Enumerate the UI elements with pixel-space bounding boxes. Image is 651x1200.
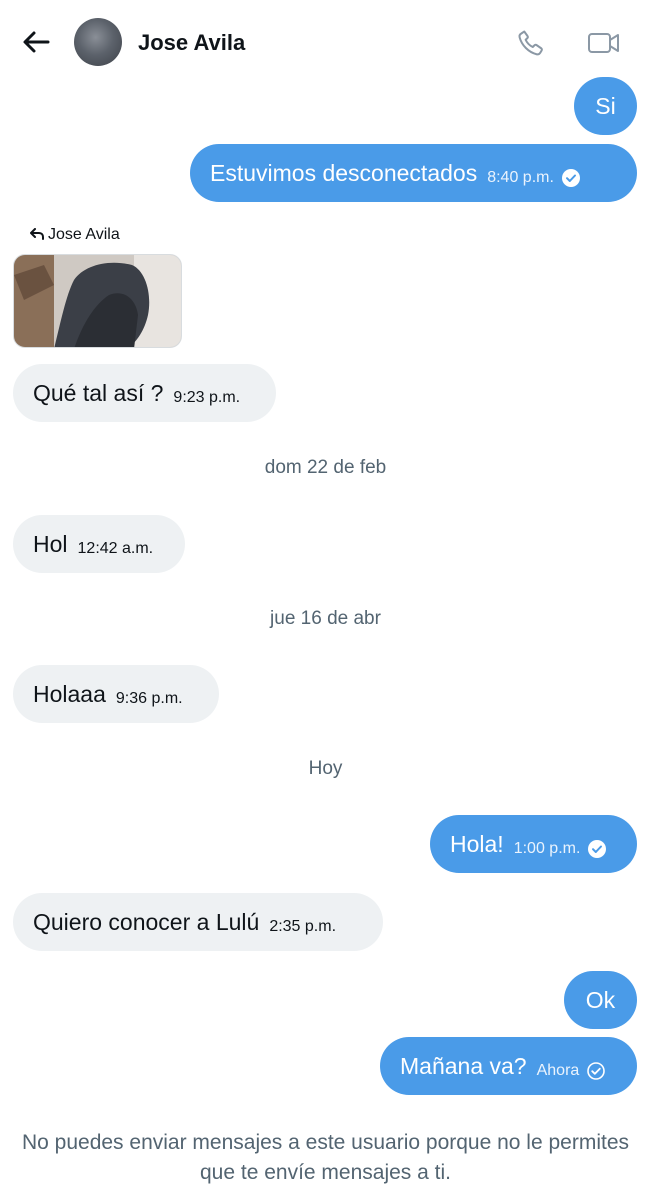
message-bubble-incoming[interactable]: Holaaa 9:36 p.m. [13, 665, 219, 723]
message-time: 2:35 p.m. [269, 918, 337, 935]
message-text: Mañana va? [400, 1052, 527, 1079]
avatar[interactable] [74, 18, 122, 66]
video-call-button[interactable] [586, 28, 622, 58]
read-check-icon [588, 840, 607, 858]
message-time: 8:40 p.m. [487, 169, 554, 186]
message-text: Hol [33, 530, 68, 557]
chat-header: Jose Avila [0, 0, 651, 84]
message-time: Ahora [536, 1062, 580, 1079]
phone-icon [518, 30, 543, 56]
date-separator: Hoy [308, 758, 343, 779]
reply-arrow-icon [30, 227, 44, 244]
message-bubble-incoming[interactable]: Hol 12:42 a.m. [13, 515, 185, 573]
message-bubble-outgoing[interactable]: Mañana va? Ahora [380, 1037, 637, 1095]
photo-thumbnail [14, 255, 181, 347]
blocked-messages-note: No puedes enviar mensajes a este usuario… [21, 1131, 630, 1184]
message-time: 9:36 p.m. [115, 690, 183, 707]
message-text: Qué tal así ? [33, 379, 164, 406]
call-button[interactable] [514, 26, 548, 60]
message-bubble-outgoing[interactable]: Ok [564, 971, 637, 1029]
message-time: 1:00 p.m. [513, 840, 581, 857]
read-check-icon [561, 169, 580, 187]
reply-to-name: Jose Avila [48, 226, 120, 243]
message-bubble-outgoing[interactable]: Hola! 1:00 p.m. [430, 815, 637, 873]
message-text: Holaaa [33, 680, 106, 707]
reply-label: Jose Avila [30, 226, 120, 244]
message-bubble-outgoing[interactable]: Estuvimos desconectados 8:40 p.m. [190, 144, 637, 202]
message-time: 12:42 a.m. [77, 540, 154, 557]
message-text: Estuvimos desconectados [210, 159, 478, 186]
contact-name[interactable]: Jose Avila [138, 30, 245, 56]
message-bubble-incoming[interactable]: Qué tal así ? 9:23 p.m. [13, 364, 276, 422]
date-separator: jue 16 de abr [270, 608, 381, 629]
message-text: Ok [585, 986, 616, 1013]
video-camera-icon [588, 33, 619, 53]
back-button[interactable] [20, 28, 52, 56]
sent-check-icon [587, 1062, 606, 1080]
message-bubble-outgoing[interactable]: Si [574, 77, 637, 135]
message-text: Si [595, 92, 616, 119]
arrow-left-icon [23, 31, 50, 53]
image-attachment[interactable] [13, 254, 182, 348]
message-text: Hola! [450, 830, 504, 857]
message-bubble-incoming[interactable]: Quiero conocer a Lulú 2:35 p.m. [13, 893, 383, 951]
message-text: Quiero conocer a Lulú [33, 908, 260, 935]
date-separator: dom 22 de feb [264, 457, 387, 478]
message-time: 9:23 p.m. [173, 389, 241, 406]
